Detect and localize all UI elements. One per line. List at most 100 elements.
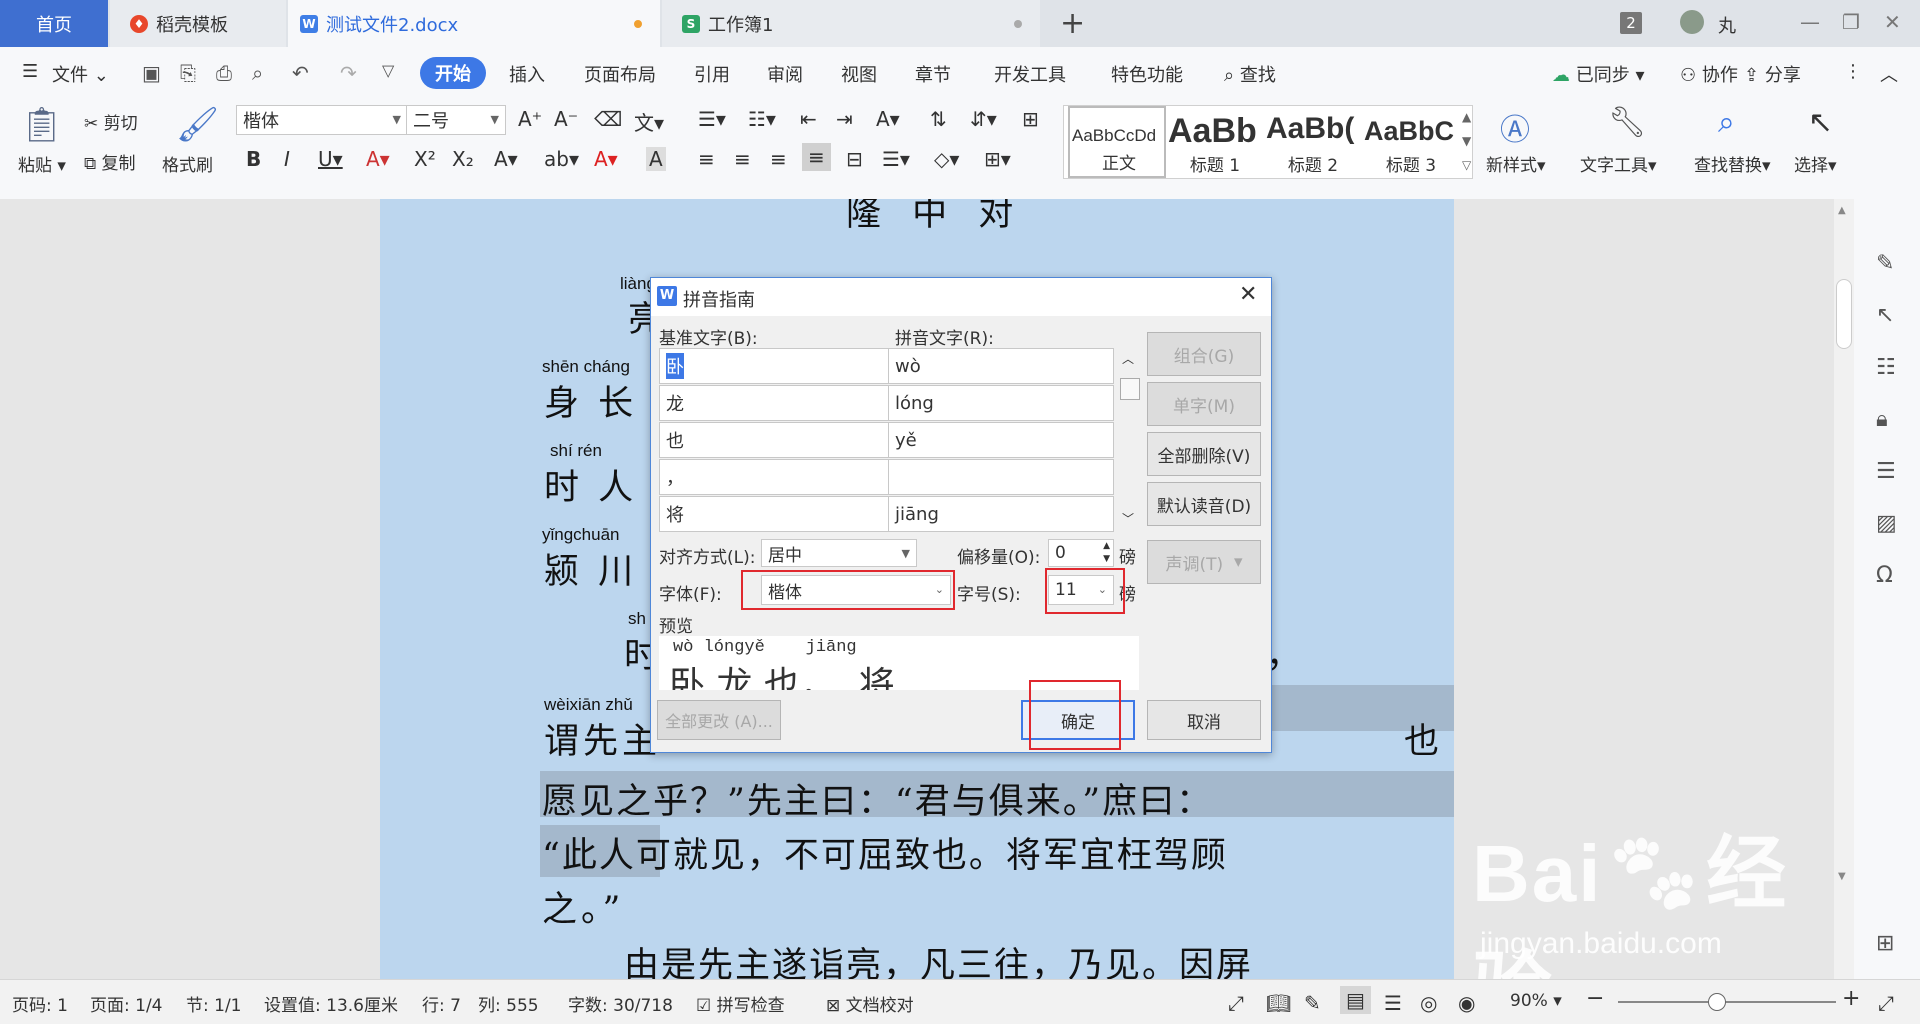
superscript-icon[interactable]: X² xyxy=(414,147,436,171)
increase-indent-icon[interactable]: ⇥ xyxy=(836,107,853,131)
tone-button[interactable]: 声调(T) ▾ xyxy=(1147,540,1261,584)
rows-scrollbar[interactable]: ︿ ﹀ xyxy=(1117,350,1141,532)
print-icon[interactable]: ⎙ xyxy=(216,61,232,85)
tab-workbook[interactable]: S 工作簿1 xyxy=(662,0,1040,47)
style-heading-2[interactable]: AaBb( 标题 2 xyxy=(1264,106,1362,178)
help-icon[interactable]: Ω xyxy=(1876,563,1893,588)
status-words[interactable]: 字数: 30/718 xyxy=(568,991,673,1016)
numbered-list-icon[interactable]: ☷▾ xyxy=(748,107,776,131)
align-center-icon[interactable]: ≡ xyxy=(734,147,751,171)
new-style-button[interactable]: 新样式▾ xyxy=(1486,151,1546,176)
export-icon[interactable]: ⎘ xyxy=(180,61,196,85)
cursor-icon[interactable]: ↖ xyxy=(1808,105,1833,140)
clear-format-icon[interactable]: ⌫ xyxy=(594,107,622,131)
ruby-cell-4[interactable] xyxy=(888,459,1114,495)
align-left-icon[interactable]: ≡ xyxy=(698,147,715,171)
menu-start[interactable]: 开始 xyxy=(420,57,486,89)
redo-icon[interactable]: ↷ xyxy=(340,61,357,85)
phonetic-guide-icon[interactable]: 文▾ xyxy=(634,107,664,136)
menu-view[interactable]: 视图 xyxy=(841,61,877,87)
base-cell-2[interactable]: 龙 xyxy=(659,385,889,421)
zoom-level[interactable]: 90% ▾ xyxy=(1510,991,1562,1011)
zoom-out-icon[interactable]: − xyxy=(1586,986,1604,1011)
grow-font-icon[interactable]: A⁺ xyxy=(518,107,542,131)
zoom-slider-handle[interactable] xyxy=(1708,993,1726,1011)
pointer-icon[interactable]: ↖ xyxy=(1876,303,1894,328)
ruby-cell-5[interactable]: jiāng xyxy=(888,496,1114,532)
font-size-select[interactable]: 二号 ▼ xyxy=(406,105,506,135)
image-icon[interactable]: ▨ xyxy=(1876,511,1897,536)
zoom-in-icon[interactable]: + xyxy=(1842,986,1860,1011)
style-heading-1[interactable]: AaBb 标题 1 xyxy=(1166,106,1264,178)
single-char-button[interactable]: 单字(M) xyxy=(1147,382,1261,426)
change-all-button[interactable]: 全部更改 (A)... xyxy=(657,700,781,740)
minimize-icon[interactable]: — xyxy=(1800,10,1820,34)
paste-icon[interactable]: 📋︎ xyxy=(20,105,63,145)
hamburger-icon[interactable]: ☰ xyxy=(22,61,38,82)
menu-special[interactable]: 特色功能 xyxy=(1111,61,1183,87)
table-icon[interactable]: ⊞ xyxy=(1022,107,1039,131)
base-cell-5[interactable]: 将 xyxy=(659,496,889,532)
scrollbar-thumb[interactable] xyxy=(1120,378,1140,400)
style-normal[interactable]: AaBbCcDd 正文 xyxy=(1068,106,1166,178)
more-icon[interactable]: ⋮ xyxy=(1844,61,1862,82)
border-icon[interactable]: ⊞▾ xyxy=(984,147,1011,171)
page-view-icon[interactable]: ▤ xyxy=(1340,986,1371,1014)
customize-toolbar-icon[interactable]: ▽ xyxy=(382,61,394,80)
align-select[interactable]: 居中 ▼ xyxy=(761,539,917,567)
outline-icon[interactable]: ☰ xyxy=(1876,459,1896,484)
text-effect-icon[interactable]: A▾ xyxy=(494,147,518,171)
tab-daoke-template[interactable]: ♦ 稻壳模板 xyxy=(110,0,286,47)
delete-all-button[interactable]: 全部删除(V) xyxy=(1147,432,1261,476)
menu-page-layout[interactable]: 页面布局 xyxy=(584,61,656,87)
dialog-titlebar[interactable]: W 拼音指南 ✕ xyxy=(651,278,1271,316)
find-replace-icon[interactable]: ⌕ xyxy=(1718,105,1735,140)
find-replace-button[interactable]: 查找替换▾ xyxy=(1694,151,1771,176)
print-preview-icon[interactable]: ⌕ xyxy=(252,61,263,85)
web-view-icon[interactable]: ◎ xyxy=(1420,991,1437,1015)
base-cell-4[interactable]: ， xyxy=(659,459,889,495)
shading-icon[interactable]: ◇▾ xyxy=(934,147,959,171)
highlight-icon[interactable]: ab▾ xyxy=(544,147,579,171)
vertical-scrollbar[interactable]: ▲ ▼ xyxy=(1834,199,1854,979)
font-color-icon[interactable]: A▾ xyxy=(594,147,618,171)
edit-mode-icon[interactable]: ✎ xyxy=(1304,991,1321,1015)
fullscreen-icon[interactable]: ⤢ xyxy=(1228,991,1244,1015)
subscript-icon[interactable]: X₂ xyxy=(452,147,474,171)
base-cell-1[interactable]: 卧 xyxy=(659,348,889,384)
status-page[interactable]: 页面: 1/4 xyxy=(90,991,163,1016)
undo-icon[interactable]: ↶ xyxy=(292,61,309,85)
restore-icon[interactable]: ❐ xyxy=(1842,10,1860,34)
outline-view-icon[interactable]: ☰ xyxy=(1384,991,1402,1015)
offset-stepper[interactable]: 0 ▲ ▼ xyxy=(1048,539,1114,567)
default-reading-button[interactable]: 默认读音(D) xyxy=(1147,482,1261,526)
paragraph-spacing-icon[interactable]: ☰▾ xyxy=(882,147,910,171)
synced-status[interactable]: ☁ 已同步 ▾ xyxy=(1552,61,1645,87)
menu-reference[interactable]: 引用 xyxy=(694,61,730,87)
italic-icon[interactable]: I xyxy=(284,147,290,171)
lock-icon[interactable]: 🔒︎ xyxy=(1876,407,1888,432)
share-button[interactable]: ⇪ 分享 xyxy=(1744,61,1801,87)
collaborate-button[interactable]: ⚇ 协作 xyxy=(1680,61,1738,87)
char-shading-icon[interactable]: A xyxy=(646,147,666,171)
wrench-icon[interactable]: 🔧︎ xyxy=(1608,105,1646,140)
new-tab-button[interactable]: + xyxy=(1060,6,1085,41)
menu-insert[interactable]: 插入 xyxy=(509,61,545,87)
cancel-button[interactable]: 取消 xyxy=(1147,700,1261,740)
font-name-select[interactable]: 楷体 ▼ xyxy=(236,105,408,135)
scrollbar-thumb[interactable] xyxy=(1836,279,1852,349)
text-tools-button[interactable]: 文字工具▾ xyxy=(1580,151,1657,176)
format-painter-button[interactable]: 格式刷 xyxy=(162,151,213,176)
strikethrough-icon[interactable]: A▾ xyxy=(366,147,390,171)
group-button[interactable]: 组合(G) xyxy=(1147,332,1261,376)
reading-mode-icon[interactable]: 📖︎ xyxy=(1266,991,1291,1015)
sort-icon[interactable]: ⇅ xyxy=(930,107,947,131)
tab-document[interactable]: W 测试文件2.docx xyxy=(288,0,660,47)
bullet-list-icon[interactable]: ☰▾ xyxy=(698,107,726,131)
select-button[interactable]: 选择▾ xyxy=(1794,151,1837,176)
ruby-cell-2[interactable]: lóng xyxy=(888,385,1114,421)
bold-icon[interactable]: B xyxy=(246,147,261,171)
menu-file[interactable]: 文件 ⌄ xyxy=(52,61,109,87)
align-right-icon[interactable]: ≡ xyxy=(770,147,787,171)
apps-icon[interactable]: ⊞ xyxy=(1876,931,1894,956)
